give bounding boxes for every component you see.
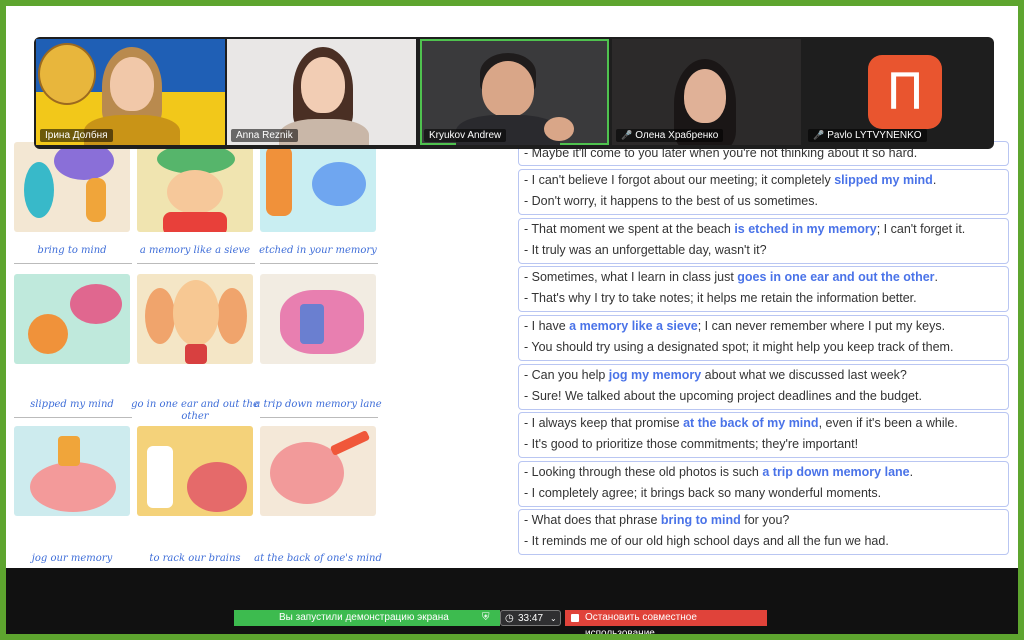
idiom-image-back-of-mind bbox=[260, 426, 376, 516]
participant-tile-active-speaker[interactable]: Kryukov Andrew bbox=[420, 39, 609, 145]
dialog-line: - Sure! We talked about the upcoming pro… bbox=[524, 389, 922, 403]
participant-name: 🎤 Pavlo LYTVYNENKO bbox=[808, 129, 927, 142]
dialog-box: - Sometimes, what I learn in class just … bbox=[518, 266, 1009, 312]
stop-sharing-button[interactable]: Остановить совместное использование bbox=[565, 610, 767, 634]
caption-underline bbox=[260, 263, 378, 264]
participant-tile[interactable]: П 🎤 Pavlo LYTVYNENKO bbox=[804, 39, 992, 145]
participant-face bbox=[110, 57, 154, 111]
share-status-text: Вы запустили демонстрацию экрана bbox=[279, 612, 449, 623]
meeting-timer: 33:47 bbox=[518, 613, 544, 624]
participant-name: Ірина Долбня bbox=[40, 129, 113, 142]
dialog-line: - It truly was an unforgettable day, was… bbox=[524, 243, 767, 257]
muted-mic-icon: 🎤 bbox=[813, 130, 825, 140]
dialog-line: - Don't worry, it happens to the best of… bbox=[524, 194, 818, 208]
screen-share-control-bar: Вы запустили демонстрацию экрана ⛨ ◷ 33:… bbox=[234, 610, 767, 634]
idiom-image-bring-to-mind bbox=[14, 142, 130, 232]
school-logo bbox=[38, 43, 96, 105]
idiom-caption: jog our memory bbox=[31, 553, 113, 564]
dialog-line: - I completely agree; it brings back so … bbox=[524, 486, 882, 500]
dialog-line: - Looking through these old photos is su… bbox=[524, 465, 914, 479]
idiom-caption: to rack our brains bbox=[149, 553, 241, 564]
idiom-caption: a memory like a sieve bbox=[139, 245, 251, 256]
dialog-box: - What does that phrase bring to mind fo… bbox=[518, 509, 1009, 555]
dialog-line: - Sometimes, what I learn in class just … bbox=[524, 270, 939, 284]
dialog-line: - That moment we spent at the beach is e… bbox=[524, 222, 966, 236]
caption-underline bbox=[137, 263, 255, 264]
participant-face bbox=[684, 69, 726, 123]
participant-name: 🎤 Олена Храбренко bbox=[616, 129, 724, 142]
idiom-image-jog-our-memory bbox=[14, 426, 130, 516]
participant-tile[interactable]: Ірина Долбня bbox=[36, 39, 225, 145]
screen-share-frame: bring to mind a memory like a sieve etch… bbox=[6, 6, 1018, 634]
idiom-image-in-one-ear bbox=[137, 274, 253, 364]
dialog-line: - You should try using a designated spot… bbox=[524, 340, 954, 354]
idiom-caption: etched in your memory bbox=[259, 245, 377, 256]
caption-underline bbox=[14, 417, 132, 418]
participant-strip: Ірина Долбня Anna Reznik Kryukov Andrew … bbox=[34, 37, 994, 149]
dialog-box: - That moment we spent at the beach is e… bbox=[518, 218, 1009, 264]
dialog-line: - What does that phrase bring to mind fo… bbox=[524, 513, 790, 527]
stop-icon bbox=[571, 614, 579, 622]
participant-tile[interactable]: 🎤 Олена Храбренко bbox=[612, 39, 801, 145]
idiom-caption: bring to mind bbox=[37, 245, 107, 256]
dialog-box: - Can you help jog my memory about what … bbox=[518, 364, 1009, 410]
idiom-highlight: a memory like a sieve bbox=[569, 319, 698, 333]
dialog-box: - I always keep that promise at the back… bbox=[518, 412, 1009, 458]
participant-name: Anna Reznik bbox=[231, 129, 298, 142]
caption-underline bbox=[260, 417, 378, 418]
idiom-caption: at the back of one's mind bbox=[254, 553, 382, 564]
idiom-image-etched-in-memory bbox=[260, 142, 376, 232]
participant-name: Kryukov Andrew bbox=[424, 129, 507, 142]
participant-tile[interactable]: Anna Reznik bbox=[227, 39, 416, 145]
timer-dropdown[interactable]: ◷ 33:47 ⌄ bbox=[500, 610, 561, 626]
chevron-down-icon: ⌄ bbox=[550, 614, 557, 623]
idiom-highlight: jog my memory bbox=[608, 368, 702, 382]
clock-icon: ◷ bbox=[505, 613, 514, 624]
idiom-highlight: is etched in my memory bbox=[734, 222, 877, 236]
idiom-image-memory-like-a-sieve bbox=[137, 142, 253, 232]
muted-mic-icon: 🎤 bbox=[621, 130, 633, 140]
dialog-line: - Can you help jog my memory about what … bbox=[524, 368, 907, 382]
participant-avatar: П bbox=[868, 55, 942, 129]
dialog-line: - I always keep that promise at the back… bbox=[524, 416, 958, 430]
idiom-image-trip-down-memory-lane bbox=[260, 274, 376, 364]
dialog-box: - I have a memory like a sieve; I can ne… bbox=[518, 315, 1009, 361]
idiom-image-slipped-my-mind bbox=[14, 274, 130, 364]
caption-underline bbox=[14, 263, 132, 264]
idiom-highlight: slipped my mind bbox=[834, 173, 933, 187]
idiom-image-rack-our-brains bbox=[137, 426, 253, 516]
idiom-highlight: a trip down memory lane bbox=[762, 465, 910, 479]
idiom-caption: a trip down memory lane bbox=[254, 399, 382, 410]
share-status: Вы запустили демонстрацию экрана ⛨ bbox=[234, 610, 500, 626]
participant-face bbox=[482, 61, 534, 117]
stop-sharing-label: Остановить совместное использование bbox=[585, 612, 697, 634]
idiom-caption: slipped my mind bbox=[30, 399, 114, 410]
idiom-highlight: goes in one ear and out the other bbox=[737, 270, 935, 284]
idiom-highlight: at the back of my mind bbox=[683, 416, 819, 430]
participant-face bbox=[301, 57, 345, 113]
dialog-line: - That's why I try to take notes; it hel… bbox=[524, 291, 917, 305]
dialog-box: - I can't believe I forgot about our mee… bbox=[518, 169, 1009, 215]
dialog-line: - It's good to prioritize those commitme… bbox=[524, 437, 859, 451]
shield-icon: ⛨ bbox=[482, 612, 490, 623]
idiom-caption: go in one ear and out the other bbox=[131, 399, 259, 422]
hand bbox=[544, 117, 574, 141]
dialog-box: - Looking through these old photos is su… bbox=[518, 461, 1009, 507]
idiom-highlight: bring to mind bbox=[660, 513, 741, 527]
dialog-line: - It reminds me of our old high school d… bbox=[524, 534, 889, 548]
dialog-line: - I have a memory like a sieve; I can ne… bbox=[524, 319, 946, 333]
dialog-line: - I can't believe I forgot about our mee… bbox=[524, 173, 937, 187]
